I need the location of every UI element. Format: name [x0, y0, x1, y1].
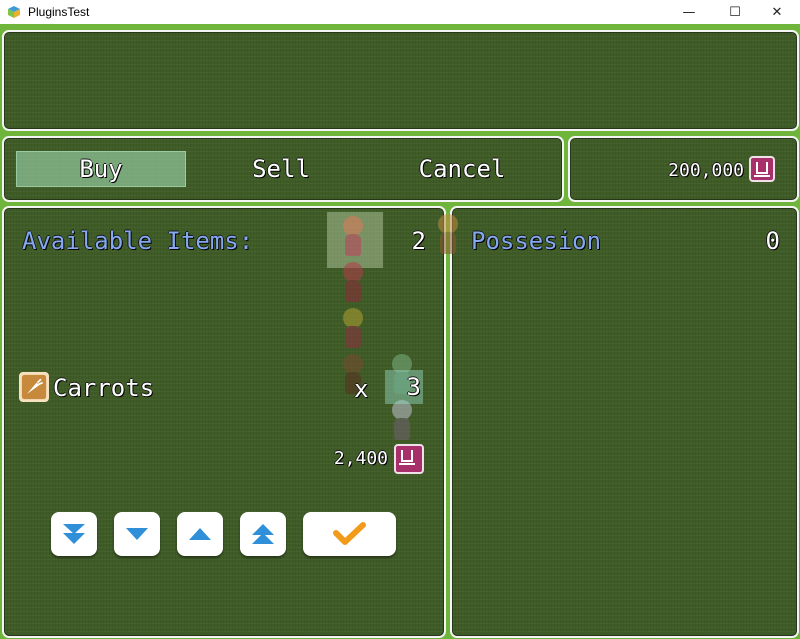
sell-command[interactable]: Sell	[196, 154, 366, 184]
character-sprite	[337, 214, 369, 260]
help-window	[2, 30, 799, 131]
character-sprite	[337, 260, 369, 306]
available-items-label: Available Items:	[22, 227, 254, 255]
double-chevron-up-icon	[252, 524, 274, 544]
times-sign: x	[354, 375, 369, 403]
total-price: 2,400	[333, 448, 388, 469]
close-button[interactable]: ✕	[754, 0, 800, 24]
available-items-count: 2	[411, 227, 426, 255]
character-sprite	[432, 212, 464, 258]
checkmark-icon	[332, 522, 366, 545]
character-sprite	[386, 398, 418, 444]
minimize-button[interactable]: —	[666, 0, 712, 24]
decrease-ten-button[interactable]	[51, 512, 97, 556]
buy-command[interactable]: Buy	[16, 154, 186, 184]
increase-one-button[interactable]	[177, 512, 223, 556]
maximize-icon: ☐	[729, 4, 741, 20]
confirm-button[interactable]	[303, 512, 396, 556]
minimize-icon: —	[682, 4, 696, 20]
character-sprite	[337, 306, 369, 352]
app-icon	[8, 6, 20, 18]
decrease-one-button[interactable]	[114, 512, 160, 556]
maximize-button[interactable]: ☐	[712, 0, 758, 24]
number-window	[2, 206, 446, 638]
possession-count: 0	[765, 227, 780, 255]
close-icon: ✕	[771, 4, 783, 20]
window-title: PluginsTest	[28, 5, 90, 19]
chevron-down-icon	[126, 528, 148, 540]
status-window	[450, 206, 799, 638]
gold-pouch-icon	[749, 156, 775, 182]
gold-amount: 200,000	[668, 160, 744, 181]
quantity-value[interactable]: 3	[385, 372, 421, 402]
cancel-command[interactable]: Cancel	[376, 154, 548, 184]
gold-pouch-icon	[394, 444, 424, 474]
carrot-icon	[19, 372, 49, 402]
double-chevron-down-icon	[63, 524, 85, 544]
possession-label: Possesion	[471, 227, 602, 255]
item-name: Carrots	[53, 374, 155, 402]
title-bar: PluginsTest — ☐ ✕	[0, 0, 800, 24]
chevron-up-icon	[189, 528, 211, 540]
increase-ten-button[interactable]	[240, 512, 286, 556]
